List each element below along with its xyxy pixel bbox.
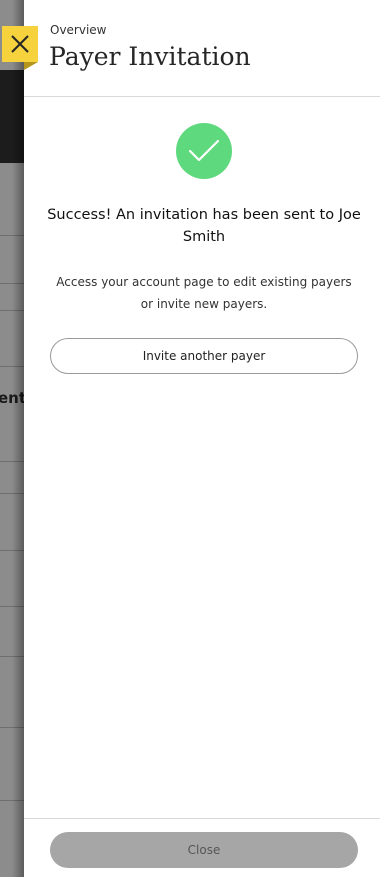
panel-footer: Close bbox=[24, 818, 380, 877]
info-text: Access your account page to edit existin… bbox=[56, 275, 352, 311]
checkmark-icon bbox=[188, 139, 220, 162]
panel-header: Overview Payer Invitation bbox=[24, 0, 380, 97]
success-badge bbox=[176, 123, 232, 179]
panel-overline: Overview bbox=[50, 23, 107, 37]
close-button[interactable]: Close bbox=[50, 832, 358, 868]
page: ent Overview Payer Invitation Success! A… bbox=[0, 0, 380, 877]
close-tab-fold bbox=[24, 62, 38, 70]
close-icon bbox=[11, 35, 29, 53]
success-message: Success! An invitation has been sent to … bbox=[47, 207, 361, 245]
close-panel-tab[interactable] bbox=[2, 26, 38, 62]
panel-shadow bbox=[12, 0, 24, 877]
invite-another-payer-button[interactable]: Invite another payer bbox=[50, 338, 358, 374]
payer-invitation-panel: Overview Payer Invitation Success! An in… bbox=[24, 0, 380, 877]
panel-title: Payer Invitation bbox=[49, 42, 251, 71]
